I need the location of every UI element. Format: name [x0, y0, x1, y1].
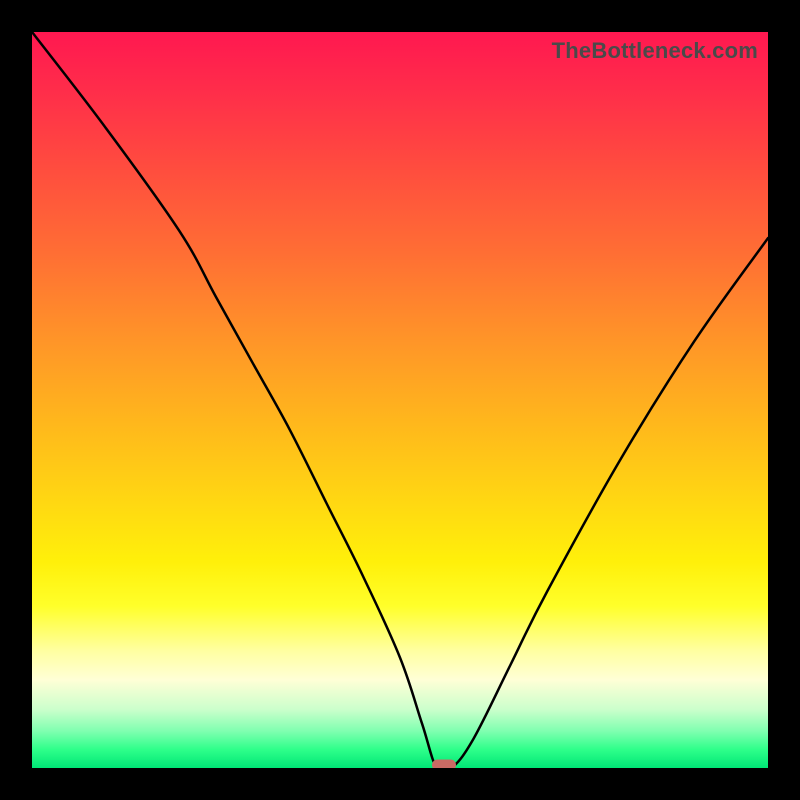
- frame-border: [0, 768, 800, 800]
- plot-area: TheBottleneck.com: [32, 32, 768, 768]
- curve-path: [32, 32, 768, 768]
- frame-border: [0, 0, 32, 800]
- frame-border: [0, 0, 800, 32]
- bottleneck-curve: [32, 32, 768, 768]
- optimal-point-marker: [432, 760, 456, 769]
- chart-canvas: TheBottleneck.com: [0, 0, 800, 800]
- frame-border: [768, 0, 800, 800]
- watermark-text: TheBottleneck.com: [552, 38, 758, 64]
